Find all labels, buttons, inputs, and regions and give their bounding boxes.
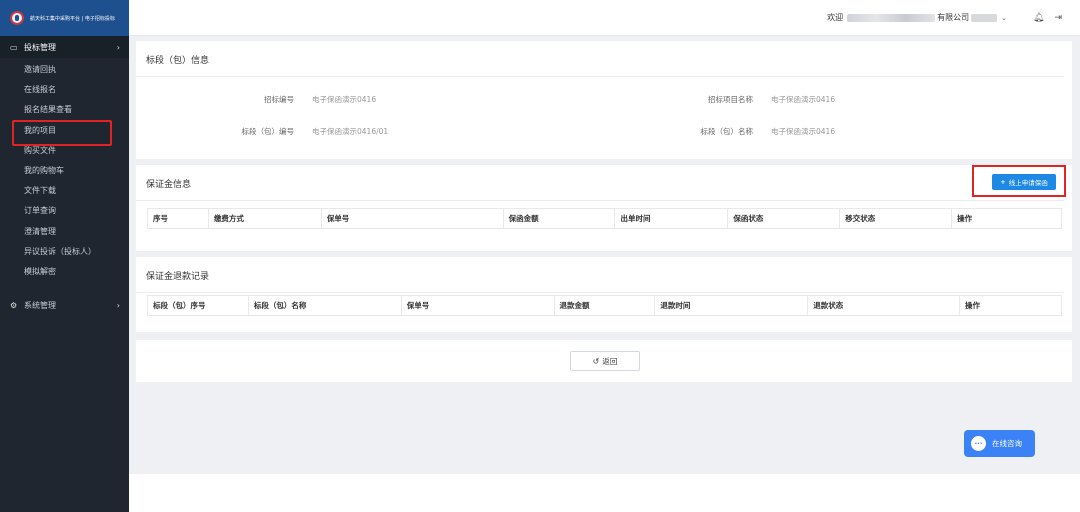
column-header: 缴费方式 — [207, 208, 322, 229]
sidebar-item-clarification[interactable]: 澄清管理 — [0, 222, 129, 242]
column-header: 保函状态 — [727, 208, 841, 229]
section-lot-info: 标段（包）信息 招标编号 电子保函演示0416 招标项目名称 电子保函演示041… — [136, 41, 1072, 159]
welcome-text: 欢迎 — [827, 13, 844, 22]
sidebar: 航天科工集中采购平台 | 电子招标投标 ▭ 投标管理 › 邀请回执 在线报名 报… — [0, 0, 129, 512]
column-header: 操作 — [959, 295, 1062, 316]
menu-group-label: 系统管理 — [24, 300, 56, 310]
redacted-company-name — [847, 13, 936, 22]
menu-group-system-management[interactable]: ⚙ 系统管理 › — [0, 294, 129, 317]
column-header: 标段（包）名称 — [247, 295, 402, 316]
section-title: 保证金退款记录 — [136, 257, 1064, 293]
column-header: 移交状态 — [839, 208, 953, 229]
field-lot-number: 标段（包）编号 电子保函演示0416/01 — [241, 127, 389, 136]
chevron-down-icon[interactable]: ⌄ — [1001, 14, 1007, 22]
menu-group-bid-management[interactable]: ▭ 投标管理 › — [0, 36, 129, 58]
sidebar-item-my-projects[interactable]: 我的项目 — [0, 119, 129, 146]
column-header: 操作 — [951, 208, 1062, 229]
chat-bubble-icon: ··· — [971, 436, 986, 451]
online-consult-button[interactable]: ··· 在线咨询 — [964, 430, 1035, 457]
deposit-table: 序号 缴费方式 保单号 保函金额 出单时间 保函状态 移交状态 操作 — [147, 208, 1062, 229]
bid-submenu: 邀请回执 在线报名 报名结果查看 我的项目 购买文件 我的购物车 文件下载 订单… — [0, 58, 129, 282]
company-suffix: 有限公司 — [937, 13, 970, 22]
sidebar-item-shopping-cart[interactable]: 我的购物车 — [0, 161, 129, 181]
column-header: 出单时间 — [614, 208, 729, 229]
column-header: 保单号 — [320, 208, 504, 229]
chevron-right-icon: › — [116, 300, 120, 310]
actions-bar: ↺ 返回 — [136, 340, 1072, 382]
sidebar-item-order-query[interactable]: 订单查询 — [0, 201, 129, 221]
sidebar-item-file-download[interactable]: 文件下载 — [0, 181, 129, 201]
column-header: 标段（包）序号 — [147, 295, 249, 316]
section-title: 标段（包）信息 — [136, 41, 1064, 77]
column-header: 退款金额 — [553, 295, 656, 316]
brand-header[interactable]: 航天科工集中采购平台 | 电子招标投标 — [0, 0, 129, 36]
back-button[interactable]: ↺ 返回 — [570, 351, 640, 371]
plus-icon: + — [1000, 178, 1006, 186]
sidebar-item-simulated-decryption[interactable]: 模拟解密 — [0, 262, 129, 282]
logout-icon[interactable]: ⇥ — [1054, 13, 1062, 23]
section-title: 保证金信息 — [136, 165, 1064, 201]
column-header: 退款状态 — [807, 295, 961, 316]
platform-logo-icon — [10, 11, 24, 25]
undo-icon: ↺ — [592, 356, 600, 366]
gears-icon: ⚙ — [10, 300, 18, 310]
section-deposit-info: 保证金信息 + 线上申请保函 序号 缴费方式 保单号 保函金额 出单时间 保函状… — [136, 165, 1072, 251]
bell-icon[interactable]: 🔔︎ — [1033, 13, 1044, 23]
chevron-right-icon: › — [116, 42, 120, 52]
column-header: 退款时间 — [654, 295, 809, 316]
sidebar-item-registration-result[interactable]: 报名结果查看 — [0, 100, 129, 120]
sidebar-item-online-registration[interactable]: 在线报名 — [0, 80, 129, 100]
apply-guarantee-button[interactable]: + 线上申请保函 — [992, 174, 1056, 190]
redacted-username — [971, 13, 998, 22]
field-tender-project-name: 招标项目名称 电子保函演示0416 — [708, 95, 836, 104]
column-header: 保单号 — [400, 295, 555, 316]
brand-text: 航天科工集中采购平台 | 电子招标投标 — [30, 15, 115, 22]
refund-table: 标段（包）序号 标段（包）名称 保单号 退款金额 退款时间 退款状态 操作 — [147, 295, 1062, 316]
column-header: 序号 — [147, 208, 209, 229]
section-refund-records: 保证金退款记录 标段（包）序号 标段（包）名称 保单号 退款金额 退款时间 退款… — [136, 257, 1072, 332]
menu-group-label: 投标管理 — [24, 42, 56, 52]
top-bar: 欢迎 有限公司 ⌄ 🔔︎ ⇥ — [129, 0, 1080, 36]
main-content: 标段（包）信息 招标编号 电子保函演示0416 招标项目名称 电子保函演示041… — [129, 36, 1080, 474]
column-header: 保函金额 — [502, 208, 616, 229]
field-tender-number: 招标编号 电子保函演示0416 — [264, 95, 377, 104]
sidebar-item-invitation-receipt[interactable]: 邀请回执 — [0, 60, 129, 80]
sidebar-item-objection-complaint[interactable]: 异议投诉（投标人） — [0, 242, 129, 262]
monitor-icon: ▭ — [10, 42, 18, 52]
field-lot-name: 标段（包）名称 电子保函演示0416 — [700, 127, 836, 136]
